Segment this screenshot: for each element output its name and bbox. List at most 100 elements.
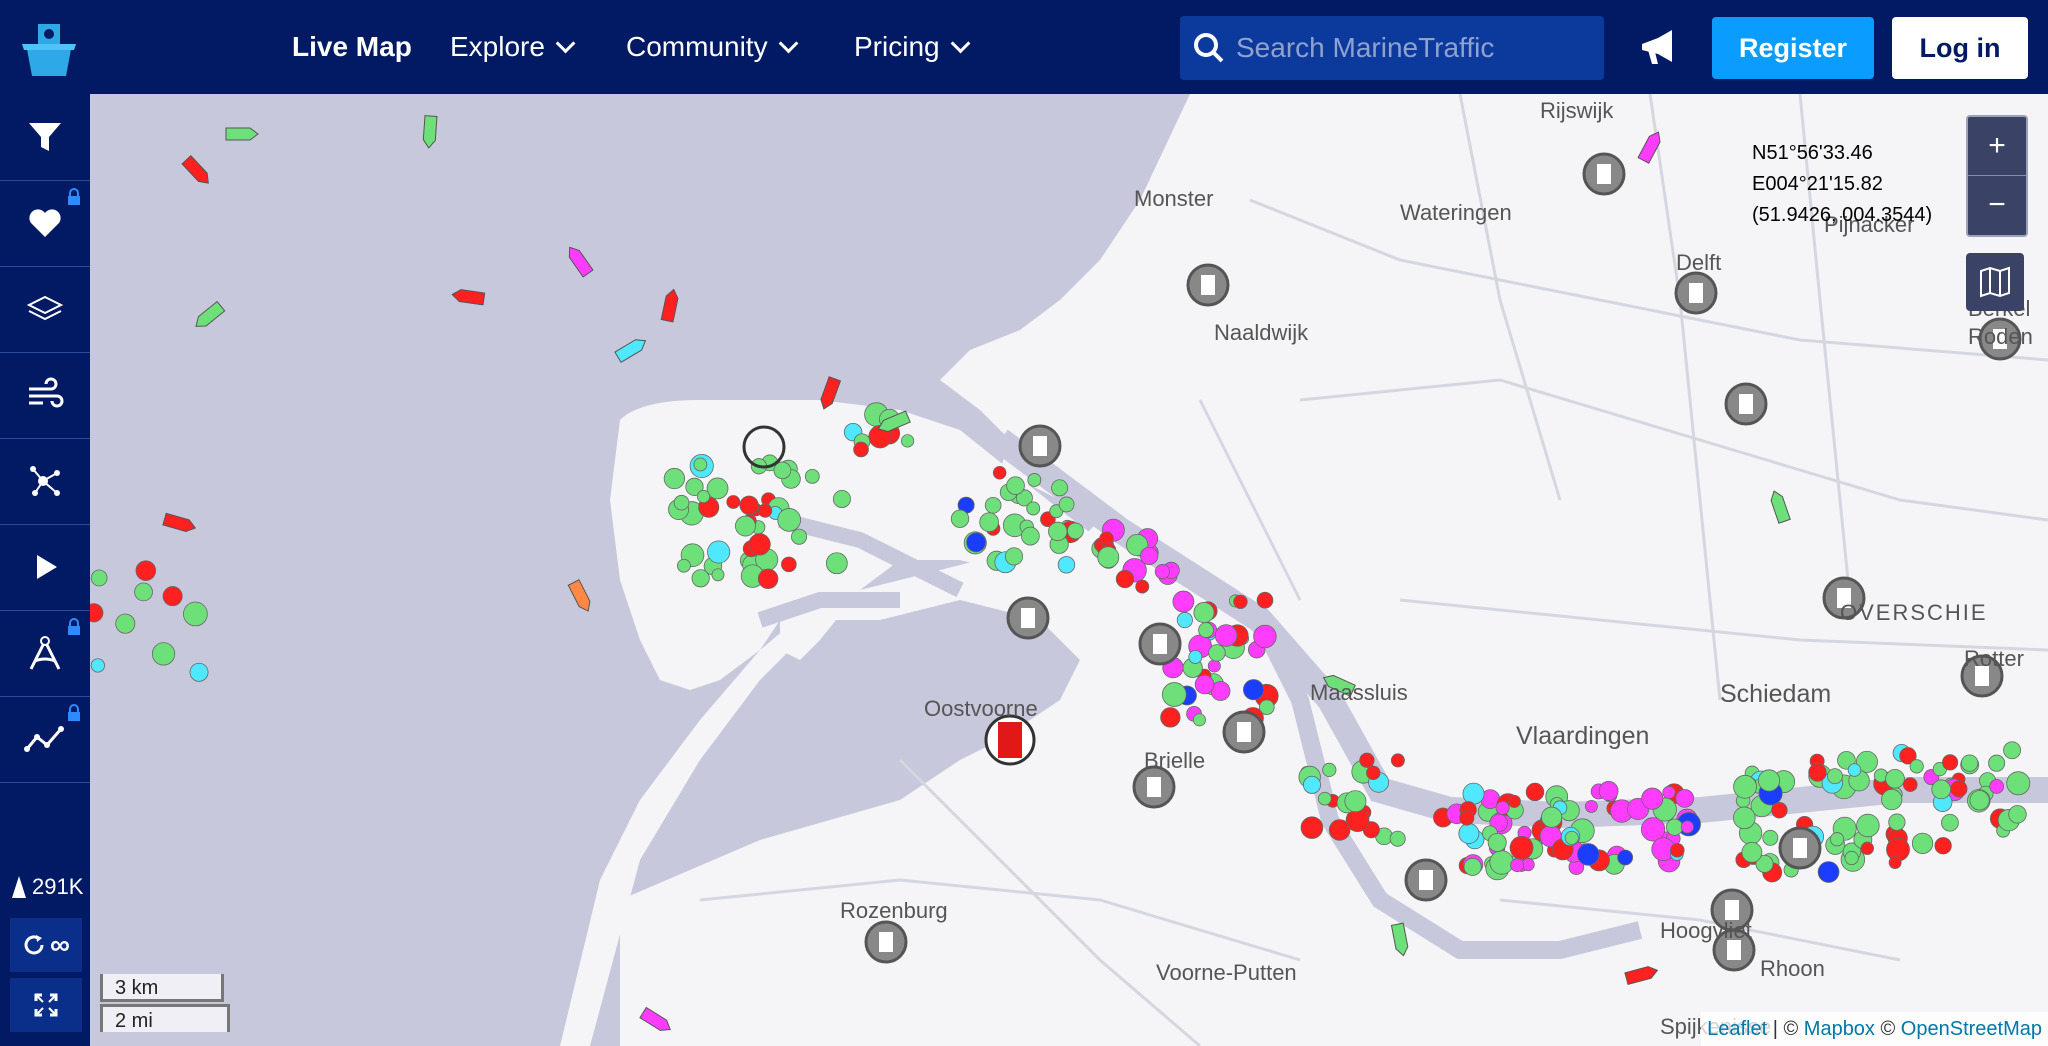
vessel-marker[interactable] (1988, 754, 2006, 772)
vessel-marker[interactable] (1193, 602, 1215, 624)
vessel-marker[interactable] (1176, 612, 1193, 629)
vessel-marker[interactable] (984, 496, 1002, 514)
nav-pricing[interactable]: Pricing (854, 0, 971, 94)
zoom-in-button[interactable]: + (1968, 117, 2026, 176)
vessel-marker[interactable] (183, 601, 208, 627)
nav-explore[interactable]: Explore (450, 0, 576, 94)
vessel-marker[interactable] (1757, 769, 1781, 792)
vessel-marker[interactable] (966, 532, 987, 553)
vessel-marker[interactable] (1741, 841, 1763, 863)
vessel-marker[interactable] (1881, 788, 1903, 811)
vessel-marker[interactable] (1489, 850, 1514, 875)
vessel-marker[interactable] (992, 465, 1007, 480)
vessel-marker[interactable] (1584, 799, 1598, 813)
vessel-marker[interactable] (151, 642, 176, 666)
vessel-marker[interactable] (2008, 805, 2027, 824)
vessel-marker[interactable] (1027, 473, 1042, 487)
vessel-marker[interactable] (1188, 649, 1203, 664)
vessel-marker[interactable] (1598, 781, 1619, 801)
announcement-megaphone-icon[interactable] (1636, 26, 1680, 70)
vessel-marker[interactable] (115, 613, 136, 634)
vessel-marker[interactable] (1154, 563, 1171, 580)
vessel-marker[interactable] (1960, 754, 1979, 772)
vessel-marker[interactable] (1950, 780, 1968, 798)
vessel-marker[interactable] (1931, 779, 1952, 800)
vessel-marker[interactable] (673, 494, 690, 511)
vessel-marker[interactable] (1390, 753, 1405, 768)
vessel-marker[interactable] (1860, 841, 1874, 855)
vessel-marker[interactable] (1463, 857, 1482, 876)
vessel-marker[interactable] (1576, 843, 1600, 866)
vessel-marker[interactable] (1847, 763, 1862, 777)
vessel-marker[interactable] (1021, 526, 1040, 546)
vessel-marker[interactable] (135, 560, 157, 581)
vessel-marker[interactable] (1808, 763, 1827, 782)
vessel-marker[interactable] (1233, 594, 1248, 609)
vessel-marker[interactable] (1161, 682, 1187, 707)
vessel-marker[interactable] (950, 509, 970, 528)
vessel-marker[interactable] (1911, 832, 1934, 854)
vessel-marker[interactable] (693, 457, 708, 472)
vessel-marker[interactable] (1675, 789, 1695, 808)
vessel-marker[interactable] (979, 512, 999, 533)
nav-live-map[interactable]: Live Map (292, 0, 412, 94)
favorites-button[interactable] (0, 180, 90, 267)
vessel-marker[interactable] (825, 552, 848, 575)
vessel-marker[interactable] (696, 489, 711, 504)
vessel-marker[interactable] (1670, 842, 1685, 858)
vessel-marker[interactable] (1844, 850, 1859, 866)
vessel-marker[interactable] (1888, 856, 1902, 869)
vessel-marker[interactable] (1198, 622, 1214, 638)
vessel-marker[interactable] (739, 495, 759, 515)
vessel-marker[interactable] (2003, 741, 2022, 760)
register-button[interactable]: Register (1712, 17, 1874, 79)
playback-button[interactable] (0, 524, 90, 611)
vessel-marker[interactable] (1510, 858, 1525, 873)
vessel-marker[interactable] (707, 540, 731, 564)
vessel-marker[interactable] (1194, 674, 1215, 695)
vessel-marker[interactable] (1942, 754, 1959, 771)
vessel-marker[interactable] (1256, 591, 1274, 609)
vessel-marker[interactable] (735, 515, 756, 537)
search-input[interactable] (1234, 31, 1588, 65)
vessel-marker[interactable] (1829, 832, 1845, 847)
vessel-marker[interactable] (1192, 713, 1206, 727)
vessel-marker[interactable] (90, 658, 105, 673)
vessel-marker[interactable] (900, 434, 915, 448)
vessel-marker[interactable] (162, 586, 183, 607)
vessel-marker[interactable] (1856, 813, 1880, 838)
vessel-marker[interactable] (1888, 813, 1906, 831)
vessel-marker[interactable] (1462, 782, 1485, 805)
weather-button[interactable] (0, 352, 90, 439)
vessel-marker[interactable] (1989, 779, 2005, 794)
vessel-marker[interactable] (1617, 849, 1634, 866)
vessel-marker[interactable] (1115, 569, 1135, 589)
vessel-marker[interactable] (781, 556, 797, 573)
vessel-marker[interactable] (1359, 752, 1375, 768)
vessel-marker[interactable] (1207, 659, 1221, 673)
vessel-marker[interactable] (1934, 837, 1952, 855)
vessel-marker[interactable] (1909, 759, 1924, 774)
route-button[interactable] (0, 696, 90, 783)
measure-button[interactable] (0, 610, 90, 697)
vessel-marker[interactable] (1826, 768, 1843, 785)
vessel-marker[interactable] (1885, 768, 1905, 789)
vessel-marker[interactable] (1317, 791, 1332, 806)
vessel-marker[interactable] (1389, 830, 1406, 847)
vessel-marker[interactable] (1733, 774, 1757, 799)
vessel-marker[interactable] (1160, 707, 1181, 728)
vessel-marker[interactable] (1140, 546, 1159, 566)
vessel-marker[interactable] (1097, 546, 1120, 569)
zoom-out-button[interactable]: − (1968, 176, 2026, 234)
vessel-marker[interactable] (1509, 835, 1534, 860)
vessel-marker[interactable] (1507, 794, 1521, 808)
vessel-marker[interactable] (1732, 806, 1756, 830)
filter-button[interactable] (0, 94, 90, 181)
vessel-marker[interactable] (1026, 501, 1041, 516)
mapbox-link[interactable]: Mapbox (1804, 1018, 1875, 1040)
vessel-marker[interactable] (1208, 644, 1226, 662)
vessel-marker[interactable] (1641, 787, 1664, 810)
vessel-marker[interactable] (1322, 762, 1337, 777)
vessel-marker[interactable] (791, 528, 808, 545)
openstreetmap-link[interactable]: OpenStreetMap (1901, 1018, 2042, 1040)
